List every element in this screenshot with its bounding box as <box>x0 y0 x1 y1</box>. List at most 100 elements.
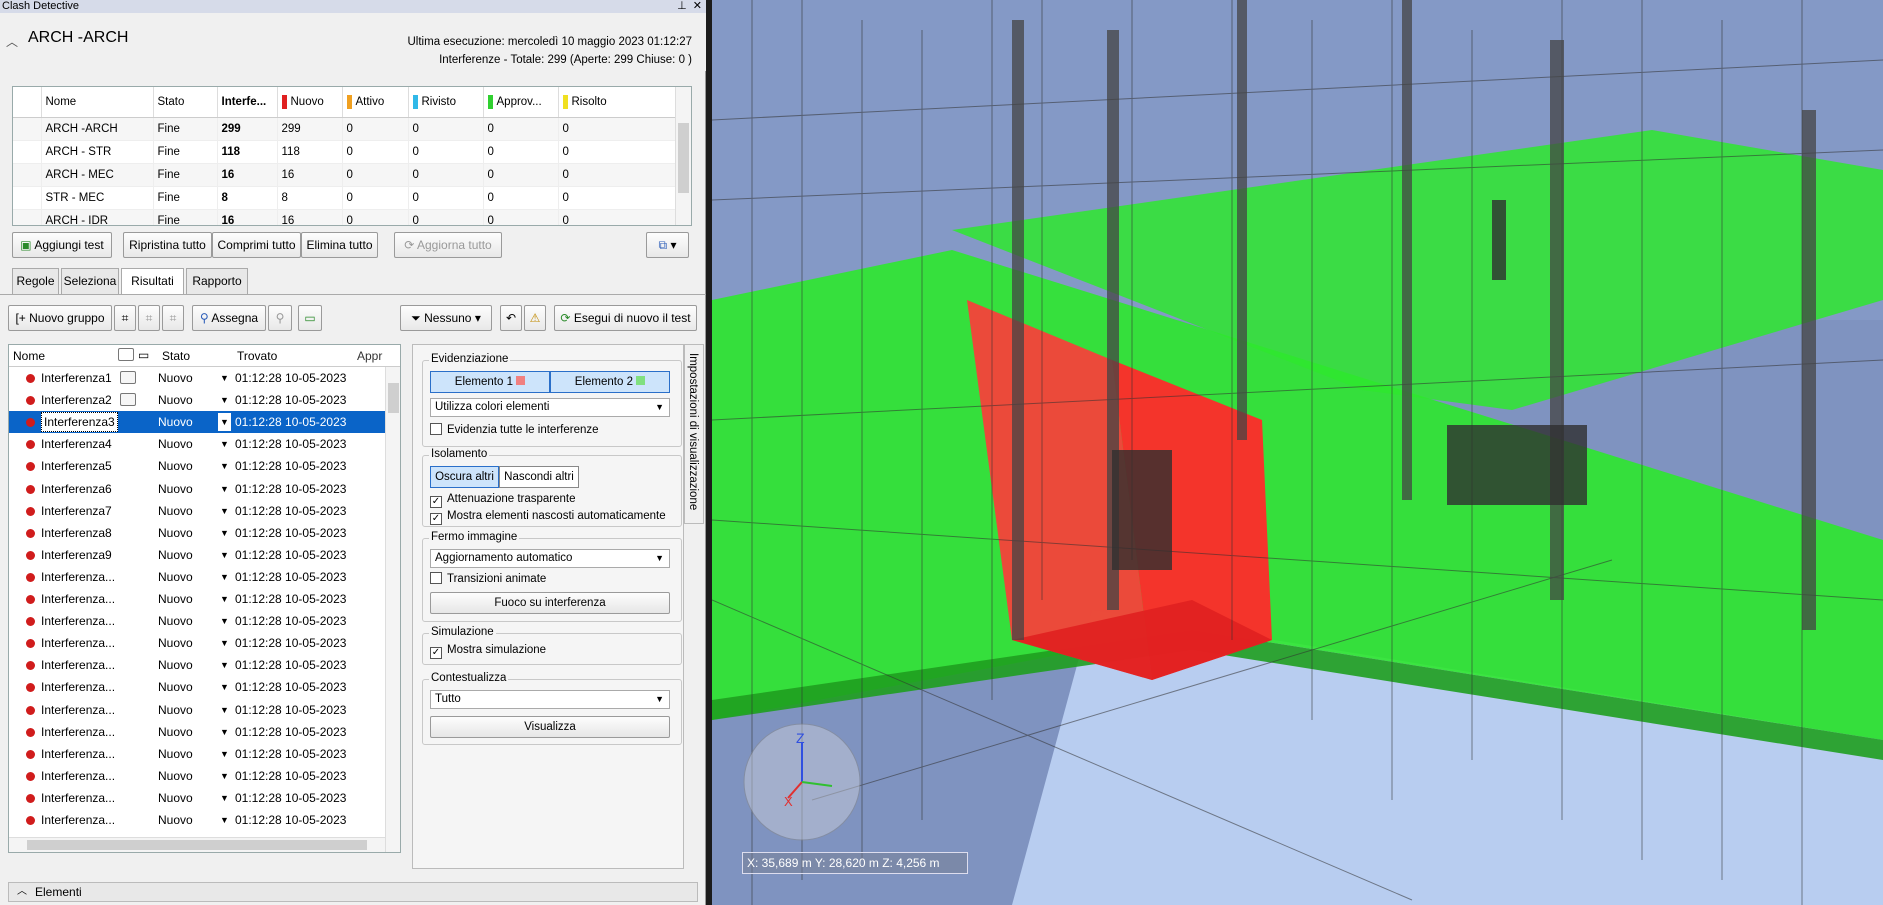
status-dropdown-icon[interactable]: ▼ <box>218 457 231 475</box>
status-dropdown-icon[interactable]: ▼ <box>218 590 231 608</box>
row-selector[interactable] <box>13 117 42 141</box>
group-selected-button[interactable]: ⌗ <box>114 305 136 331</box>
unassign-button[interactable]: ⚲ <box>268 305 292 331</box>
result-row[interactable]: Interferenza1 Nuovo ▼ 01:12:28 10-05-2023 <box>9 367 392 389</box>
test-row[interactable]: ARCH -ARCH Fine 299 299 0 0 0 0 <box>13 117 691 141</box>
tests-grid-scrollbar[interactable] <box>675 87 691 225</box>
camera-icon[interactable] <box>120 393 136 407</box>
status-dropdown-icon[interactable]: ▼ <box>218 413 231 432</box>
context-mode-select[interactable]: Tutto ▼ <box>430 690 670 709</box>
result-row[interactable]: Interferenza4 Nuovo ▼ 01:12:28 10-05-2023 <box>9 433 392 455</box>
color-mode-select[interactable]: Utilizza colori elementi ▼ <box>430 398 670 417</box>
result-row[interactable]: Interferenza... Nuovo ▼ 01:12:28 10-05-2023 <box>9 676 392 698</box>
grid-col-header[interactable]: Rivisto <box>408 87 484 118</box>
result-status[interactable]: Nuovo <box>158 433 193 455</box>
result-row[interactable]: Interferenza... Nuovo ▼ 01:12:28 10-05-2023 <box>9 765 392 787</box>
axis-gizmo[interactable]: Z X <box>743 723 861 841</box>
element1-toggle[interactable]: Elemento 1 <box>430 371 550 393</box>
elements-panel[interactable]: ︿ Elementi <box>8 882 698 902</box>
highlight-all-checkbox[interactable]: Evidenzia tutte le interferenze <box>430 423 599 437</box>
status-dropdown-icon[interactable]: ▼ <box>218 524 231 542</box>
pin-icon[interactable]: ⊥ <box>677 0 687 12</box>
dim-others-toggle[interactable]: Oscura altri <box>430 466 499 488</box>
result-status[interactable]: Nuovo <box>158 455 193 477</box>
results-hscroll[interactable] <box>9 837 385 852</box>
new-group-button[interactable]: [+ Nuovo gruppo <box>8 305 112 331</box>
result-status[interactable]: Nuovo <box>158 500 193 522</box>
result-status[interactable]: Nuovo <box>158 610 193 632</box>
grid-col-header[interactable]: Interfe... <box>217 87 278 118</box>
element2-toggle[interactable]: Elemento 2 <box>550 371 670 393</box>
result-row[interactable]: Interferenza7 Nuovo ▼ 01:12:28 10-05-2023 <box>9 500 392 522</box>
result-row[interactable]: Interferenza9 Nuovo ▼ 01:12:28 10-05-2023 <box>9 544 392 566</box>
result-row[interactable]: Interferenza... Nuovo ▼ 01:12:28 10-05-2023 <box>9 699 392 721</box>
animate-transitions-checkbox[interactable]: Transizioni animate <box>430 572 546 586</box>
add-test-button[interactable]: ▣ Aggiungi test <box>12 232 112 258</box>
focus-clash-button[interactable]: Fuoco su interferenza <box>430 592 670 614</box>
status-dropdown-icon[interactable]: ▼ <box>218 369 231 387</box>
tab-rapporto[interactable]: Rapporto <box>186 268 248 294</box>
close-icon[interactable]: ✕ <box>693 0 702 12</box>
status-dropdown-icon[interactable]: ▼ <box>218 723 231 741</box>
result-row[interactable]: Interferenza... Nuovo ▼ 01:12:28 10-05-2023 <box>9 610 392 632</box>
result-row[interactable]: Interferenza... Nuovo ▼ 01:12:28 10-05-2023 <box>9 588 392 610</box>
result-status[interactable]: Nuovo <box>158 743 193 765</box>
add-comment-button[interactable]: ▭ <box>298 305 322 331</box>
result-row[interactable]: Interferenza5 Nuovo ▼ 01:12:28 10-05-2023 <box>9 455 392 477</box>
status-dropdown-icon[interactable]: ▼ <box>218 435 231 453</box>
grid-col-header[interactable]: Risolto <box>558 87 677 118</box>
result-status[interactable]: Nuovo <box>158 676 193 698</box>
test-row[interactable]: STR - MEC Fine 8 8 0 0 0 0 <box>13 186 691 210</box>
result-status[interactable]: Nuovo <box>158 787 193 809</box>
grid-col-header[interactable]: Nuovo <box>277 87 343 118</box>
auto-reveal-checkbox[interactable]: ✓ Mostra elementi nascosti automaticament… <box>430 509 666 525</box>
result-status[interactable]: Nuovo <box>158 765 193 787</box>
result-status[interactable]: Nuovo <box>158 389 193 411</box>
col-found[interactable]: Trovato <box>237 349 277 363</box>
update-all-button[interactable]: ⟳ Aggiorna tutto <box>394 232 502 258</box>
result-status[interactable]: Nuovo <box>158 522 193 544</box>
settings-side-tab[interactable]: Impostazioni di visualizzazione <box>684 344 704 524</box>
assign-button[interactable]: ⚲ Assegna <box>192 305 266 331</box>
warning-button[interactable]: ⚠ <box>524 305 546 331</box>
col-status[interactable]: Stato <box>162 349 190 363</box>
result-status[interactable]: Nuovo <box>158 809 193 831</box>
rerun-test-button[interactable]: ⟳ Esegui di nuovo il test <box>554 305 697 331</box>
result-status[interactable]: Nuovo <box>158 367 193 389</box>
viewpoint-mode-select[interactable]: Aggiornamento automatico ▼ <box>430 549 670 568</box>
result-status[interactable]: Nuovo <box>158 411 193 433</box>
explode-group-button[interactable]: ⌗ <box>162 305 184 331</box>
visualize-button[interactable]: Visualizza <box>430 716 670 738</box>
status-dropdown-icon[interactable]: ▼ <box>218 811 231 829</box>
result-status[interactable]: Nuovo <box>158 632 193 654</box>
row-selector[interactable] <box>13 163 42 187</box>
tab-risultati[interactable]: Risultati <box>121 268 184 295</box>
status-dropdown-icon[interactable]: ▼ <box>218 656 231 674</box>
col-approved[interactable]: Appr <box>357 349 382 363</box>
filter-dropdown[interactable]: ⏷ Nessuno ▾ <box>400 305 492 331</box>
result-row[interactable]: Interferenza6 Nuovo ▼ 01:12:28 10-05-2023 <box>9 478 392 500</box>
show-simulation-checkbox[interactable]: ✓ Mostra simulazione <box>430 643 546 659</box>
result-status[interactable]: Nuovo <box>158 478 193 500</box>
test-row[interactable]: ARCH - MEC Fine 16 16 0 0 0 0 <box>13 163 691 187</box>
result-row[interactable]: Interferenza... Nuovo ▼ 01:12:28 10-05-2023 <box>9 654 392 676</box>
3d-viewport[interactable]: Z X <box>712 0 1883 905</box>
status-dropdown-icon[interactable]: ▼ <box>218 502 231 520</box>
hide-others-toggle[interactable]: Nascondi altri <box>499 466 579 488</box>
delete-all-button[interactable]: Elimina tutto <box>301 232 378 258</box>
results-vscroll[interactable] <box>385 367 400 852</box>
grid-col-header[interactable]: Approv... <box>483 87 559 118</box>
tab-seleziona[interactable]: Seleziona <box>61 268 119 294</box>
row-selector[interactable] <box>13 209 42 225</box>
grid-col-header[interactable]: Nome <box>41 87 154 118</box>
export-button[interactable]: ⧉ ▾ <box>646 232 689 258</box>
compress-all-button[interactable]: Comprimi tutto <box>212 232 301 258</box>
grid-col-header[interactable]: Attivo <box>342 87 409 118</box>
result-status[interactable]: Nuovo <box>158 699 193 721</box>
reset-all-button[interactable]: Ripristina tutto <box>123 232 212 258</box>
status-dropdown-icon[interactable]: ▼ <box>218 745 231 763</box>
status-dropdown-icon[interactable]: ▼ <box>218 480 231 498</box>
status-dropdown-icon[interactable]: ▼ <box>218 612 231 630</box>
result-row[interactable]: Interferenza... Nuovo ▼ 01:12:28 10-05-2023 <box>9 787 392 809</box>
result-row[interactable]: Interferenza... Nuovo ▼ 01:12:28 10-05-2023 <box>9 721 392 743</box>
